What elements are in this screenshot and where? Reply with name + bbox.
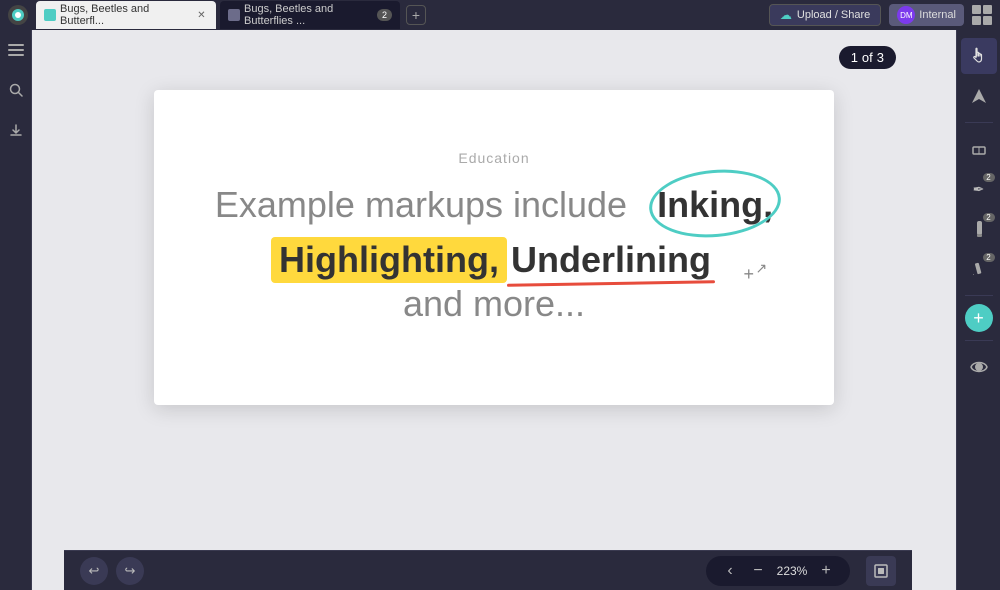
cloud-icon: ☁: [780, 8, 792, 22]
tab-close-button[interactable]: ✕: [195, 8, 208, 22]
marker-tool-button[interactable]: 2: [961, 211, 997, 247]
search-button[interactable]: [4, 78, 28, 102]
document-viewer: 1 of 3 Education Example markups include…: [32, 30, 956, 590]
upload-share-button[interactable]: ☁ Upload / Share: [769, 4, 881, 26]
slide-line1: Example markups include Inking,: [215, 182, 773, 229]
zoom-value: 223%: [774, 564, 810, 578]
hand-tool-button[interactable]: [961, 38, 997, 74]
right-toolbar: ✒ 2 2 2 +: [956, 30, 1000, 590]
internal-label: Internal: [919, 9, 956, 21]
underline-word: Underlining: [511, 239, 711, 281]
add-tab-button[interactable]: +: [406, 5, 426, 25]
page-total: 3: [877, 50, 884, 65]
inking-circle-decoration: [646, 164, 783, 242]
tab-doc-icon: [44, 9, 56, 21]
zoom-controls: ‹ − 223% +: [706, 556, 850, 586]
zoom-prev-button[interactable]: ‹: [718, 559, 742, 583]
pencil-tool-button[interactable]: 2: [961, 251, 997, 287]
crosshair-cursor: + ↗: [743, 264, 754, 285]
grid-menu-icon[interactable]: [972, 5, 992, 25]
page-separator: of: [862, 50, 873, 65]
download-button[interactable]: [4, 118, 28, 142]
user-avatar: DM: [897, 6, 915, 24]
app-icon[interactable]: [8, 5, 28, 25]
topbar: Bugs, Beetles and Butterfl... ✕ Bugs, Be…: [0, 0, 1000, 30]
upload-share-label: Upload / Share: [797, 9, 870, 21]
slide-line2: Highlighting, Underlining and more...: [194, 237, 794, 325]
left-sidebar: [0, 30, 32, 590]
eraser-tool-button[interactable]: [961, 131, 997, 167]
topbar-right: ☁ Upload / Share DM Internal: [769, 4, 992, 26]
undo-button[interactable]: ↩: [80, 557, 108, 585]
slide-container: Education Example markups include Inking…: [154, 90, 834, 405]
inking-word: Inking,: [657, 182, 773, 229]
slide-category: Education: [458, 150, 529, 166]
tab-doc-icon-2: [228, 9, 240, 21]
tab-inactive[interactable]: Bugs, Beetles and Butterflies ... 2: [220, 1, 400, 29]
zoom-minus-button[interactable]: −: [746, 559, 770, 583]
tab-inactive-label: Bugs, Beetles and Butterflies ...: [244, 3, 369, 27]
redo-button[interactable]: ↪: [116, 557, 144, 585]
bottom-toolbar: ↩ ↪ ‹ − 223% +: [64, 550, 912, 590]
arrow-tool-button[interactable]: [961, 78, 997, 114]
page-counter: 1 of 3: [839, 46, 896, 69]
pen-icon: ✒: [973, 181, 985, 198]
view-tool-button[interactable]: [961, 349, 997, 385]
page-current: 1: [851, 50, 858, 65]
dm-badge: DM Internal: [889, 4, 964, 26]
pencil-badge: 2: [983, 253, 995, 262]
line1-prefix: Example markups include: [215, 184, 627, 225]
main-area: 1 of 3 Education Example markups include…: [0, 30, 1000, 590]
tab-active[interactable]: Bugs, Beetles and Butterfl... ✕: [36, 1, 216, 29]
more-text: and more...: [403, 283, 585, 325]
tab-active-label: Bugs, Beetles and Butterfl...: [60, 3, 187, 27]
add-tool-button[interactable]: +: [965, 304, 993, 332]
tool-separator-2: [965, 295, 993, 296]
highlight-word: Highlighting,: [271, 237, 507, 283]
pen-tool-button[interactable]: ✒ 2: [961, 171, 997, 207]
tool-separator-3: [965, 340, 993, 341]
tab-badge: 2: [377, 9, 392, 21]
marker-badge: 2: [983, 213, 995, 222]
zoom-plus-button[interactable]: +: [814, 559, 838, 583]
tool-separator-1: [965, 122, 993, 123]
menu-button[interactable]: [4, 38, 28, 62]
pen-badge: 2: [983, 173, 995, 182]
fit-page-button[interactable]: [866, 556, 896, 586]
